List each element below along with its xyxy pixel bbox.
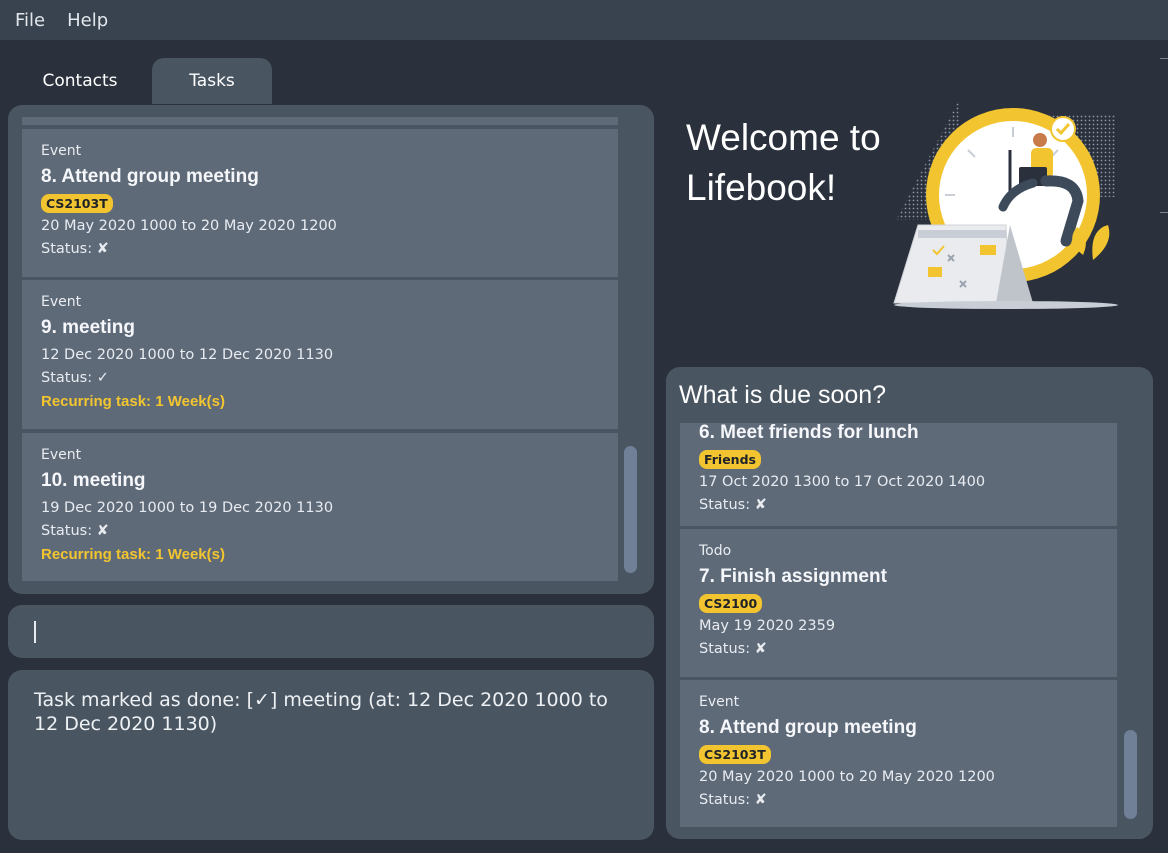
due-soon-list[interactable]: 6. Meet friends for lunch Friends 17 Oct… xyxy=(666,423,1153,827)
due-tag: CS2100 xyxy=(699,594,763,613)
task-card[interactable]: Event 8. Attend group meeting CS2103T 20… xyxy=(22,129,618,277)
task-date: 20 May 2020 1000 to 20 May 2020 1200 xyxy=(41,218,337,234)
due-card[interactable]: 6. Meet friends for lunch Friends 17 Oct… xyxy=(680,423,1117,526)
text-cursor xyxy=(34,621,36,643)
task-date: 19 Dec 2020 1000 to 19 Dec 2020 1130 xyxy=(41,500,334,516)
task-title: 9. meeting xyxy=(41,317,135,338)
task-status: Status: ✘ xyxy=(41,523,109,539)
due-date: 17 Oct 2020 1300 to 17 Oct 2020 1400 xyxy=(699,474,986,490)
window-edge-divider xyxy=(1160,212,1168,213)
due-type: Event xyxy=(699,694,740,710)
task-status: Status: ✓ xyxy=(41,370,109,386)
task-type: Event xyxy=(41,447,82,463)
due-date: May 19 2020 2359 xyxy=(699,618,836,634)
due-title: 8. Attend group meeting xyxy=(699,717,917,738)
due-soon-panel[interactable]: What is due soon? 6. Meet friends for lu… xyxy=(666,367,1153,839)
task-recurring: Recurring task: 1 Week(s) xyxy=(41,546,225,563)
due-soon-title: What is due soon? xyxy=(679,381,887,409)
tab-tasks[interactable]: Tasks xyxy=(152,58,272,104)
task-type: Event xyxy=(41,294,82,310)
due-title: 7. Finish assignment xyxy=(699,566,887,587)
due-date: 20 May 2020 1000 to 20 May 2020 1200 xyxy=(699,769,995,785)
due-card[interactable]: Todo 7. Finish assignment CS2100 May 19 … xyxy=(680,529,1117,677)
welcome-line-2: Lifebook! xyxy=(686,167,837,208)
result-text: Task marked as done: [✓] meeting (at: 12… xyxy=(34,689,608,735)
due-tag: Friends xyxy=(699,450,761,469)
due-status: Status: ✘ xyxy=(699,641,767,657)
due-status: Status: ✘ xyxy=(699,497,767,513)
task-list-scrollbar[interactable] xyxy=(624,446,637,573)
window-edge-divider xyxy=(1160,58,1168,59)
task-type: Event xyxy=(41,143,82,159)
due-title: 6. Meet friends for lunch xyxy=(699,423,919,443)
task-recurring: Recurring task: 1 Week(s) xyxy=(41,393,225,410)
task-list-panel[interactable]: Event 8. Attend group meeting CS2103T 20… xyxy=(8,105,654,594)
command-box[interactable] xyxy=(8,605,654,658)
task-card[interactable]: Event 10. meeting 19 Dec 2020 1000 to 19… xyxy=(22,433,618,581)
result-display: Task marked as done: [✓] meeting (at: 12… xyxy=(8,670,654,840)
task-tag: CS2103T xyxy=(41,194,113,213)
due-status: Status: ✘ xyxy=(699,792,767,808)
task-title: 8. Attend group meeting xyxy=(41,166,259,187)
menu-bar: File Help xyxy=(0,0,1168,40)
due-type: Todo xyxy=(699,543,732,559)
task-status: Status: ✘ xyxy=(41,241,109,257)
tab-contacts[interactable]: Contacts xyxy=(15,58,145,104)
clock-calendar-person-illustration-icon xyxy=(893,98,1118,309)
due-soon-scrollbar[interactable] xyxy=(1124,730,1137,819)
task-title: 10. meeting xyxy=(41,470,146,491)
previous-card-edge xyxy=(22,117,618,125)
welcome-line-1: Welcome to xyxy=(686,117,881,158)
due-card[interactable]: Event 8. Attend group meeting CS2103T 20… xyxy=(680,680,1117,827)
task-card[interactable]: Event 9. meeting 12 Dec 2020 1000 to 12 … xyxy=(22,280,618,429)
welcome-heading: Welcome to Lifebook! xyxy=(686,113,881,213)
menu-help[interactable]: Help xyxy=(67,10,108,31)
task-date: 12 Dec 2020 1000 to 12 Dec 2020 1130 xyxy=(41,347,334,363)
due-tag: CS2103T xyxy=(699,745,771,764)
menu-file[interactable]: File xyxy=(15,10,45,31)
